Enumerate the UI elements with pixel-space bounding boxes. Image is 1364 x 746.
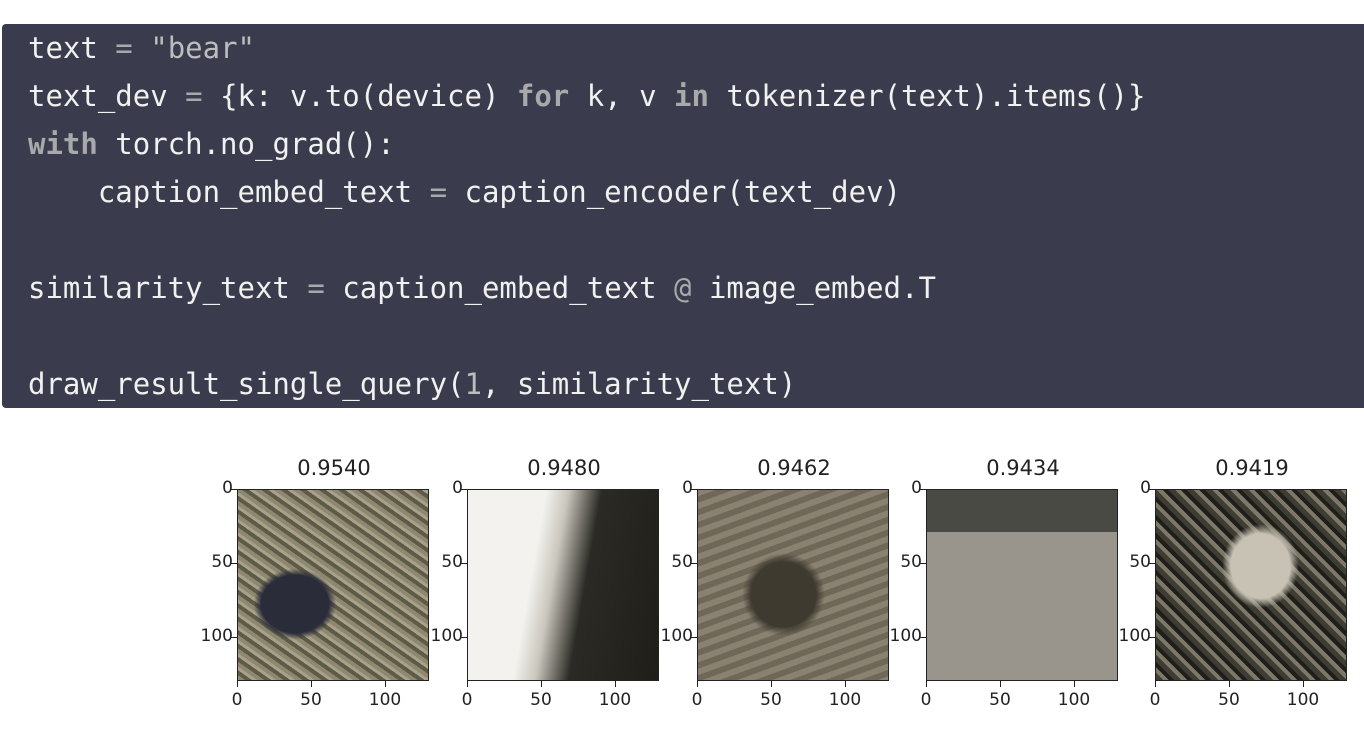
code-line-2: text_dev = {k: v.to(device) for k, v in … [28,79,1146,113]
y-tick-label: 50 [211,552,233,572]
x-tick-label: 50 [300,690,322,710]
y-tick-label: 100 [660,626,693,646]
x-tick-label: 50 [530,690,552,710]
x-tick-label: 100 [828,690,862,710]
x-tick [615,681,616,687]
x-tick [1155,681,1156,687]
code-line-4: caption_embed_text = caption_encoder(tex… [28,175,901,209]
x-tick-label: 50 [1218,690,1240,710]
plot-title-score: 0.9540 [297,456,371,480]
x-tick-label: 0 [461,690,473,710]
x-tick-label: 100 [1286,690,1320,710]
y-tick-label: 0 [682,478,693,498]
x-tick [1303,681,1304,687]
plot-title-score: 0.9462 [757,456,831,480]
x-tick [1074,681,1075,687]
plot-title-score: 0.9419 [1215,456,1289,480]
x-tick-label: 0 [231,690,243,710]
x-tick [311,681,312,687]
code-line-6: draw_result_single_query(1, similarity_t… [28,367,797,401]
plot-title-score: 0.9480 [527,456,601,480]
code-cell[interactable]: text = "bear" text_dev = {k: v.to(device… [2,24,1364,408]
x-tick [1229,681,1230,687]
code-line-5: similarity_text = caption_embed_text @ i… [28,271,936,305]
result-plot: 0.9434 0 50 100 0 50 100 [889,448,1119,728]
x-tick [467,681,468,687]
y-tick-label: 0 [222,478,233,498]
result-plot: 0.9540 0 50 100 0 50 100 [200,448,430,728]
plot-title-score: 0.9434 [986,456,1060,480]
result-image [1155,489,1347,681]
x-tick [385,681,386,687]
y-tick-label: 0 [1140,478,1151,498]
x-tick-label: 50 [760,690,782,710]
result-image [697,489,889,681]
y-tick-label: 50 [671,552,693,572]
result-image [237,489,429,681]
y-tick-label: 100 [430,626,463,646]
x-tick [1000,681,1001,687]
result-plot: 0.9419 0 50 100 0 50 100 [1118,448,1348,728]
x-tick-label: 100 [1057,690,1091,710]
result-plot: 0.9480 0 50 100 0 50 100 [430,448,660,728]
y-tick-label: 100 [200,626,233,646]
y-tick-label: 0 [452,478,463,498]
x-tick-label: 0 [1149,690,1161,710]
x-tick [771,681,772,687]
x-tick [697,681,698,687]
result-image [926,489,1118,681]
result-plot: 0.9462 0 50 100 0 50 100 [660,448,890,728]
x-tick [237,681,238,687]
y-tick-label: 100 [889,626,922,646]
y-tick-label: 50 [441,552,463,572]
result-image [467,489,659,681]
y-tick-label: 100 [1118,626,1151,646]
x-tick [541,681,542,687]
y-tick-label: 0 [911,478,922,498]
x-tick-label: 100 [598,690,632,710]
x-tick [926,681,927,687]
x-tick-label: 50 [989,690,1011,710]
code-line-1: text = "bear" [28,31,255,65]
code-line-3: with torch.no_grad(): [28,127,395,161]
x-tick-label: 100 [368,690,402,710]
y-tick-label: 50 [1129,552,1151,572]
y-tick-label: 50 [900,552,922,572]
x-tick-label: 0 [920,690,932,710]
x-tick [845,681,846,687]
x-tick-label: 0 [691,690,703,710]
